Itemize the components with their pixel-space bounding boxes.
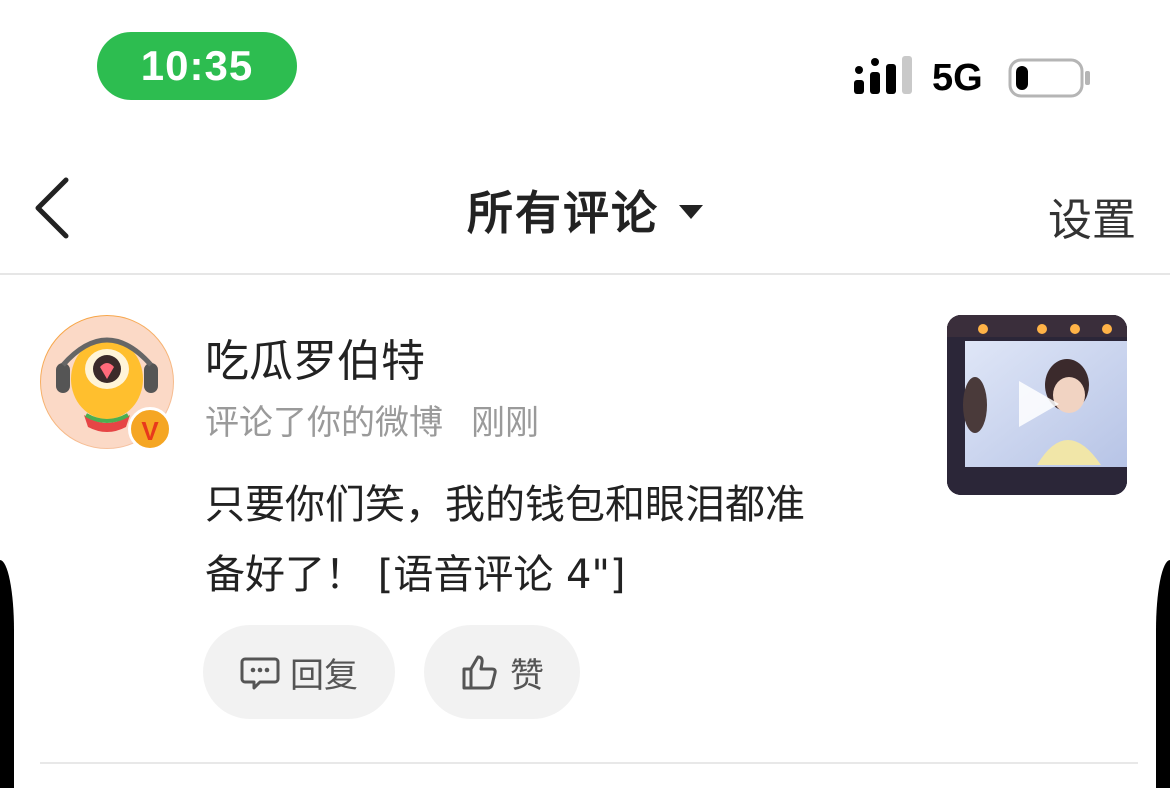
- comment-bubble-icon: [240, 657, 280, 690]
- network-type: 5G: [932, 57, 983, 99]
- comment-item[interactable]: V 吃瓜罗伯特 评论了你的微博 刚刚 只要你们笑，我的钱包和眼泪都准 备好了！ […: [0, 275, 1170, 765]
- status-bar: 10:35 5G: [0, 0, 1170, 130]
- comment-text-line[interactable]: 备好了！ [语音评论 4"]: [205, 540, 905, 610]
- signal-strength-icon: [854, 56, 912, 94]
- video-thumbnail-image: [947, 315, 1127, 495]
- caret-down-icon: [679, 205, 703, 219]
- comment-text: 只要你们笑，我的钱包和眼泪都准 备好了！ [语音评论 4"]: [205, 470, 905, 610]
- list-divider: [40, 762, 1138, 764]
- thumbs-up-icon: [462, 655, 497, 690]
- username[interactable]: 吃瓜罗伯特: [205, 325, 425, 389]
- like-label: 赞: [510, 655, 544, 696]
- settings-button[interactable]: 设置: [1048, 184, 1136, 248]
- comment-meta: 评论了你的微博 刚刚: [205, 395, 539, 444]
- comment-time: 刚刚: [471, 403, 539, 443]
- like-button[interactable]: 赞: [424, 625, 580, 719]
- page-title: 所有评论: [467, 186, 659, 240]
- reply-label: 回复: [290, 655, 358, 696]
- comment-filter-dropdown[interactable]: 所有评论: [0, 180, 1170, 240]
- verified-badge: V: [128, 407, 172, 451]
- weibo-video-thumbnail[interactable]: [947, 315, 1127, 495]
- battery-icon: [1008, 58, 1090, 98]
- status-time: 10:35: [97, 32, 297, 100]
- comment-action: 评论了你的微博: [205, 403, 443, 443]
- reply-button[interactable]: 回复: [203, 625, 395, 719]
- comment-text-line: 只要你们笑，我的钱包和眼泪都准: [205, 482, 805, 528]
- nav-bar: 所有评论 设置: [0, 140, 1170, 275]
